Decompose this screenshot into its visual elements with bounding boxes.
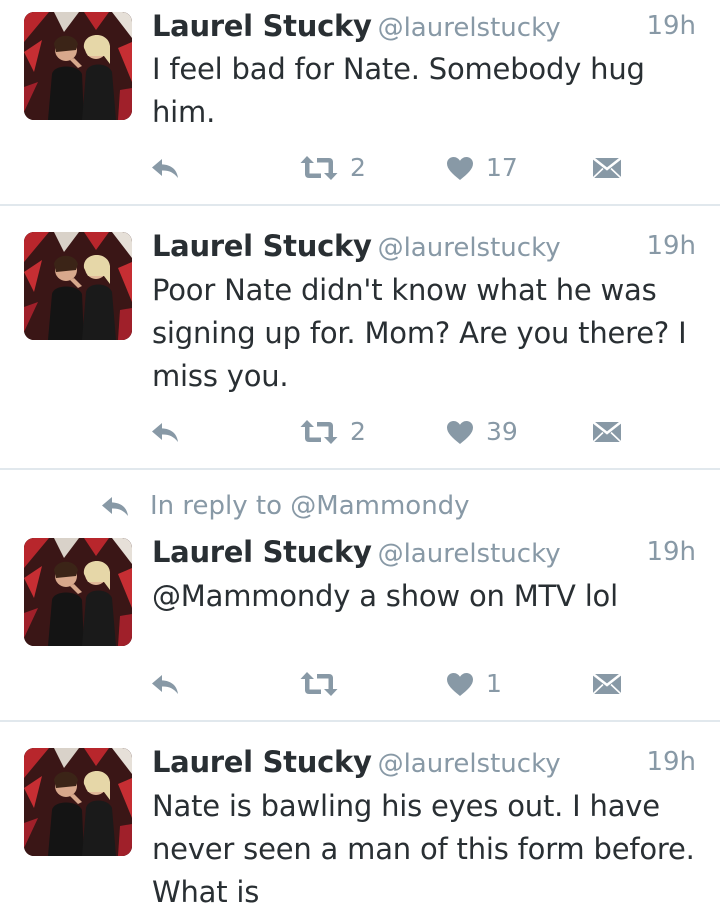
profile-photo-icon	[24, 748, 132, 856]
direct-message-button[interactable]	[592, 412, 622, 452]
heart-icon	[446, 420, 474, 445]
author-line: Laurel Stucky @laurelstucky	[152, 532, 561, 572]
tweet-text: Poor Nate didn't know what he was signin…	[152, 269, 700, 398]
profile-photo-icon	[24, 538, 132, 646]
like-button[interactable]: 17	[446, 148, 518, 188]
retweet-icon	[300, 671, 338, 697]
reply-button[interactable]	[150, 148, 180, 188]
like-count: 1	[486, 669, 502, 698]
author-name[interactable]: Laurel Stucky	[152, 229, 372, 263]
tweet-text-line: miss you.	[152, 359, 289, 393]
author-handle[interactable]: @laurelstucky	[378, 539, 561, 569]
tweet-text-line: Nate is bawling his eyes out. I have	[152, 789, 660, 823]
reply-arrow-icon	[150, 672, 180, 696]
reply-button[interactable]	[150, 412, 180, 452]
tweet-actions: 2 17	[0, 148, 720, 188]
tweet-text-line: him.	[152, 95, 216, 129]
direct-message-button[interactable]	[592, 664, 622, 704]
timeline: Laurel Stucky @laurelstucky 19h I feel ba…	[0, 0, 720, 918]
avatar[interactable]	[24, 12, 132, 120]
retweet-icon	[300, 155, 338, 181]
timestamp[interactable]: 19h	[646, 742, 696, 782]
envelope-icon	[592, 420, 622, 444]
tweet-text: @Mammondy a show on MTV lol	[152, 575, 700, 618]
envelope-icon	[592, 672, 622, 696]
tweet-text-line: signing up for. Mom? Are you there? I	[152, 316, 687, 350]
retweet-count: 2	[350, 417, 366, 446]
tweet-text-line: @Mammondy a show on MTV lol	[152, 579, 618, 613]
tweet-text-line: What is	[152, 875, 260, 909]
retweet-icon	[300, 419, 338, 445]
heart-icon	[446, 156, 474, 181]
like-button[interactable]: 1	[446, 664, 502, 704]
tweet-2[interactable]: Laurel Stucky @laurelstucky 19h Poor Nate…	[0, 206, 720, 468]
author-name[interactable]: Laurel Stucky	[152, 535, 372, 569]
tweet-text: I feel bad for Nate. Somebody hug him.	[152, 48, 700, 134]
reply-context-label: In reply to @Mammondy	[150, 491, 470, 521]
like-count: 39	[486, 417, 518, 446]
author-line: Laurel Stucky @laurelstucky	[152, 6, 561, 46]
reply-arrow-icon	[150, 156, 180, 180]
author-line: Laurel Stucky @laurelstucky	[152, 742, 561, 782]
reply-button[interactable]	[150, 664, 180, 704]
tweet-1[interactable]: Laurel Stucky @laurelstucky 19h I feel ba…	[0, 0, 720, 204]
avatar[interactable]	[24, 232, 132, 340]
timestamp[interactable]: 19h	[646, 6, 696, 46]
profile-photo-icon	[24, 12, 132, 120]
author-name[interactable]: Laurel Stucky	[152, 9, 372, 43]
direct-message-button[interactable]	[592, 148, 622, 188]
profile-photo-icon	[24, 232, 132, 340]
timestamp[interactable]: 19h	[646, 226, 696, 266]
retweet-button[interactable]: 2	[300, 148, 366, 188]
author-line: Laurel Stucky @laurelstucky	[152, 226, 561, 266]
tweet-4[interactable]: Laurel Stucky @laurelstucky 19h Nate is b…	[0, 722, 720, 918]
like-count: 17	[486, 153, 518, 182]
tweet-text-line: I feel bad for Nate. Somebody hug	[152, 52, 645, 86]
reply-arrow-icon	[150, 420, 180, 444]
tweet-actions: 2 39	[0, 412, 720, 452]
tweet-text-line: never seen a man of this form before.	[152, 832, 695, 866]
tweet-text-line: Poor Nate didn't know what he was	[152, 273, 657, 307]
retweet-button[interactable]	[300, 664, 350, 704]
timestamp[interactable]: 19h	[646, 532, 696, 572]
reply-arrow-icon	[100, 494, 130, 518]
retweet-count: 2	[350, 153, 366, 182]
envelope-icon	[592, 156, 622, 180]
tweet-actions: 1	[0, 664, 720, 704]
author-handle[interactable]: @laurelstucky	[378, 749, 561, 779]
author-handle[interactable]: @laurelstucky	[378, 13, 561, 43]
avatar[interactable]	[24, 748, 132, 856]
avatar[interactable]	[24, 538, 132, 646]
like-button[interactable]: 39	[446, 412, 518, 452]
tweet-text: Nate is bawling his eyes out. I have nev…	[152, 785, 700, 914]
author-handle[interactable]: @laurelstucky	[378, 233, 561, 263]
reply-context[interactable]: In reply to @Mammondy	[100, 486, 470, 526]
heart-icon	[446, 672, 474, 697]
author-name[interactable]: Laurel Stucky	[152, 745, 372, 779]
retweet-button[interactable]: 2	[300, 412, 366, 452]
tweet-3[interactable]: In reply to @Mammondy Laurel Stucky @laur…	[0, 470, 720, 720]
